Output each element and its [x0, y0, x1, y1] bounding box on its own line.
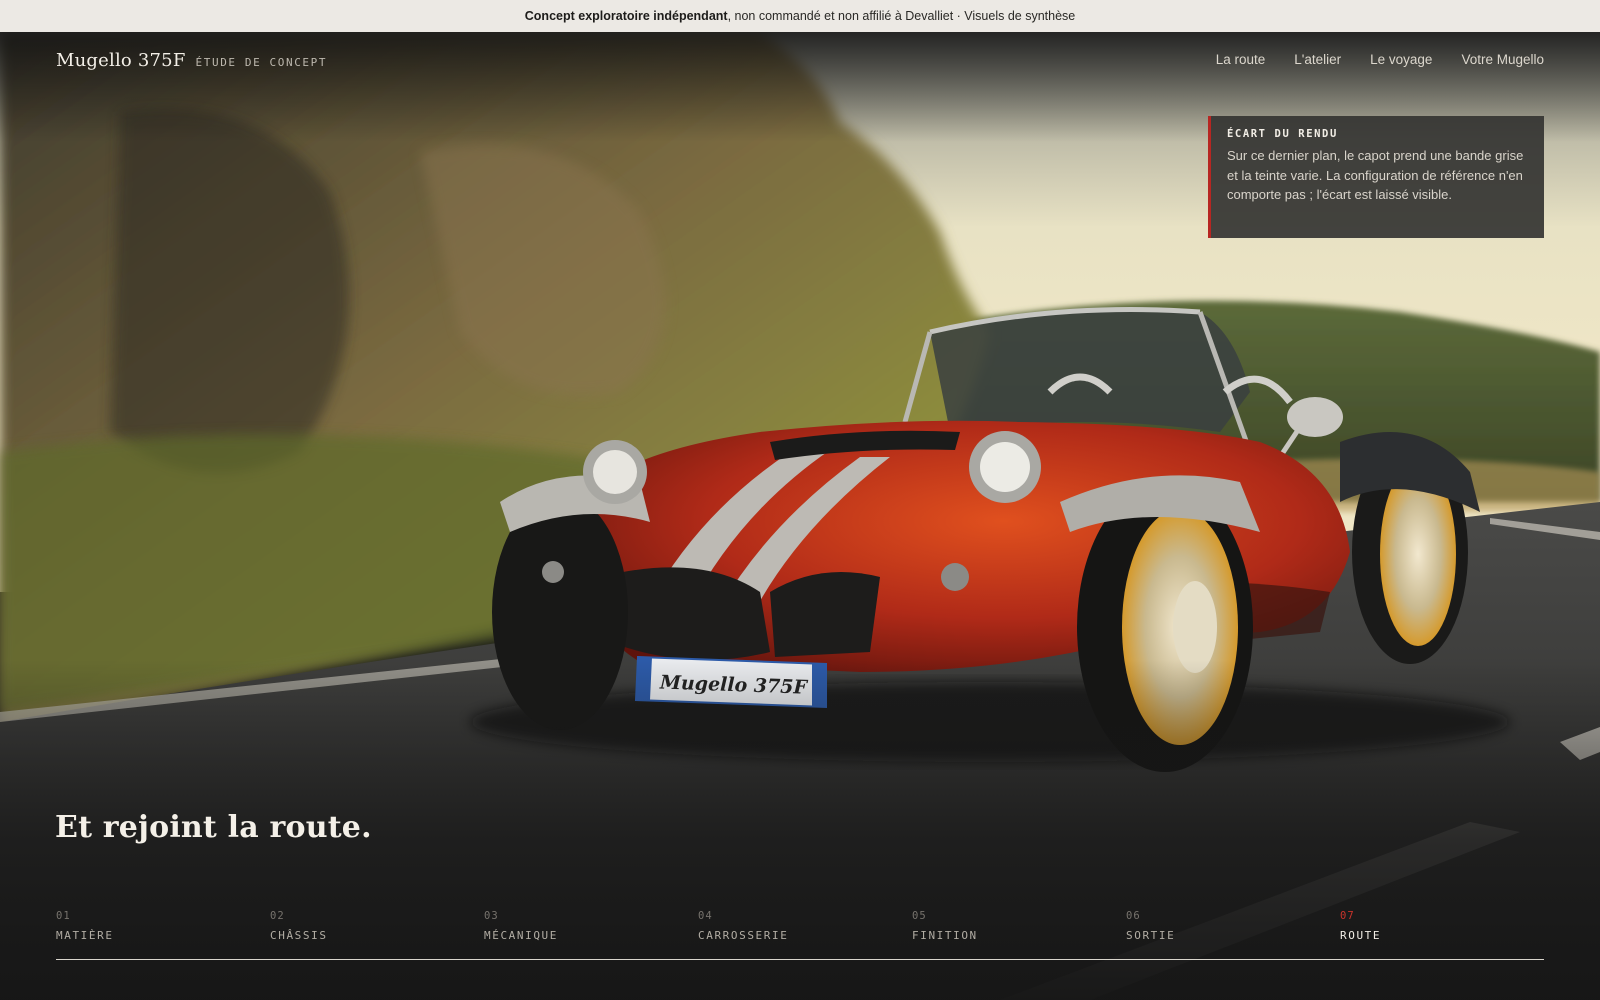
brand[interactable]: Mugello 375F ÉTUDE DE CONCEPT	[56, 50, 327, 71]
chapter-number: 05	[912, 910, 927, 922]
chapter-item-carrosserie[interactable]: 04 CARROSSERIE	[698, 910, 898, 942]
chapter-label: SORTIE	[1126, 929, 1176, 942]
chapter-number: 07	[1340, 910, 1355, 922]
chapter-item-route[interactable]: 07 ROUTE	[1340, 910, 1540, 942]
licence-plate: Mugello 375F	[634, 655, 827, 709]
nav-item-votre-mugello[interactable]: Votre Mugello	[1461, 52, 1544, 67]
chapter-label: MATIÈRE	[56, 929, 114, 942]
chapter-label: CARROSSERIE	[698, 929, 789, 942]
chapter-number: 02	[270, 910, 285, 922]
chapter-number: 06	[1126, 910, 1141, 922]
nav-item-la-route[interactable]: La route	[1216, 52, 1266, 67]
chapter-label: ROUTE	[1340, 929, 1382, 942]
chapter-progress: 01 MATIÈRE 02 CHÂSSIS 03 MÉCANIQUE 04 CA…	[56, 910, 1544, 960]
disclaimer-bold: Concept exploratoire indépendant	[524, 9, 728, 23]
chapter-item-matiere[interactable]: 01 MATIÈRE	[56, 910, 256, 942]
chapter-number: 01	[56, 910, 71, 922]
main-nav: La route L'atelier Le voyage Votre Mugel…	[1216, 52, 1544, 67]
nav-item-atelier[interactable]: L'atelier	[1294, 52, 1341, 67]
chapter-label: FINITION	[912, 929, 978, 942]
chapter-item-finition[interactable]: 05 FINITION	[912, 910, 1112, 942]
chapter-number: 03	[484, 910, 499, 922]
chapter-label: MÉCANIQUE	[484, 929, 559, 942]
note-body: Sur ce dernier plan, le capot prend une …	[1227, 148, 1524, 202]
render-gap-note: ÉCART DU RENDU Sur ce dernier plan, le c…	[1208, 116, 1544, 238]
brand-name[interactable]: Mugello 375F	[56, 50, 186, 71]
note-title: ÉCART DU RENDU	[1227, 128, 1338, 140]
disclaimer-bar: Concept exploratoire indépendant, non co…	[0, 0, 1600, 32]
chapter-item-mecanique[interactable]: 03 MÉCANIQUE	[484, 910, 684, 942]
nav-item-voyage[interactable]: Le voyage	[1370, 52, 1432, 67]
chapter-label: CHÂSSIS	[270, 929, 328, 942]
hero-headline: Et rejoint la route.	[55, 810, 372, 845]
chapter-item-sortie[interactable]: 06 SORTIE	[1126, 910, 1326, 942]
disclaimer-text: , non commandé et non affilié à Devallie…	[727, 9, 1076, 23]
brand-tagline: ÉTUDE DE CONCEPT	[195, 56, 328, 69]
chapter-number: 04	[698, 910, 713, 922]
chapter-item-chassis[interactable]: 02 CHÂSSIS	[270, 910, 470, 942]
